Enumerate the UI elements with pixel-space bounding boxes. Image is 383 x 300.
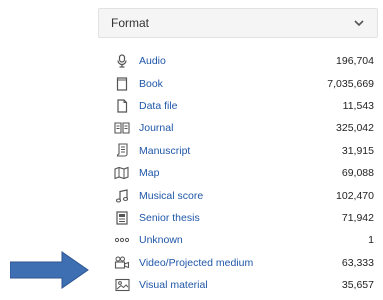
music-note-icon xyxy=(114,188,130,204)
facet-link[interactable]: Musical score xyxy=(139,190,203,202)
facet-count: 71,942 xyxy=(341,211,374,224)
list-item: Musical score 102,470 xyxy=(98,184,378,206)
facet-count: 63,333 xyxy=(341,256,374,269)
facet-count: 35,657 xyxy=(341,279,374,292)
video-camera-icon xyxy=(114,255,130,271)
ellipsis-icon xyxy=(114,232,130,248)
facet-link[interactable]: Book xyxy=(139,78,163,90)
list-item: Map 69,088 xyxy=(98,162,378,184)
facet-count: 325,042 xyxy=(336,122,374,135)
scroll-icon xyxy=(114,143,130,159)
list-item: Visual material 35,657 xyxy=(98,274,378,296)
list-item: Manuscript 31,915 xyxy=(98,140,378,162)
facet-link[interactable]: Visual material xyxy=(139,279,208,291)
facet-count: 31,915 xyxy=(341,144,374,157)
facet-link[interactable]: Manuscript xyxy=(139,145,190,157)
open-book-icon xyxy=(114,120,130,136)
facet-link[interactable]: Video/Projected medium xyxy=(139,257,253,269)
right-arrow-icon xyxy=(10,250,90,290)
facet-header[interactable]: Format xyxy=(98,8,378,38)
facet-link[interactable]: Unknown xyxy=(139,234,183,246)
thesis-icon xyxy=(114,210,130,226)
facet-link[interactable]: Data file xyxy=(139,100,178,112)
microphone-icon xyxy=(114,53,130,69)
format-facet: Format Audio 196,704 Book 7,035,669 Data… xyxy=(98,0,383,300)
map-icon xyxy=(114,165,130,181)
facet-link[interactable]: Senior thesis xyxy=(139,212,200,224)
facet-link[interactable]: Journal xyxy=(139,122,173,134)
facet-list: Audio 196,704 Book 7,035,669 Data file 1… xyxy=(98,50,378,296)
list-item: Data file 11,543 xyxy=(98,95,378,117)
facet-link[interactable]: Audio xyxy=(139,55,166,67)
list-item: Video/Projected medium 63,333 xyxy=(98,252,378,274)
list-item: Book 7,035,669 xyxy=(98,72,378,94)
facet-title: Format xyxy=(111,16,150,30)
picture-icon xyxy=(114,277,130,293)
book-icon xyxy=(114,76,130,92)
list-item: Senior thesis 71,942 xyxy=(98,207,378,229)
facet-count: 102,470 xyxy=(336,189,374,202)
chevron-down-icon[interactable] xyxy=(353,17,365,29)
facet-count: 11,543 xyxy=(342,99,374,112)
facet-count: 196,704 xyxy=(336,55,374,68)
file-icon xyxy=(114,98,130,114)
facet-count: 69,088 xyxy=(341,167,374,180)
facet-count: 1 xyxy=(368,234,374,247)
facet-link[interactable]: Map xyxy=(139,167,159,179)
facet-count: 7,035,669 xyxy=(327,77,374,90)
list-item: Unknown 1 xyxy=(98,229,378,251)
list-item: Audio 196,704 xyxy=(98,50,378,72)
list-item: Journal 325,042 xyxy=(98,117,378,139)
